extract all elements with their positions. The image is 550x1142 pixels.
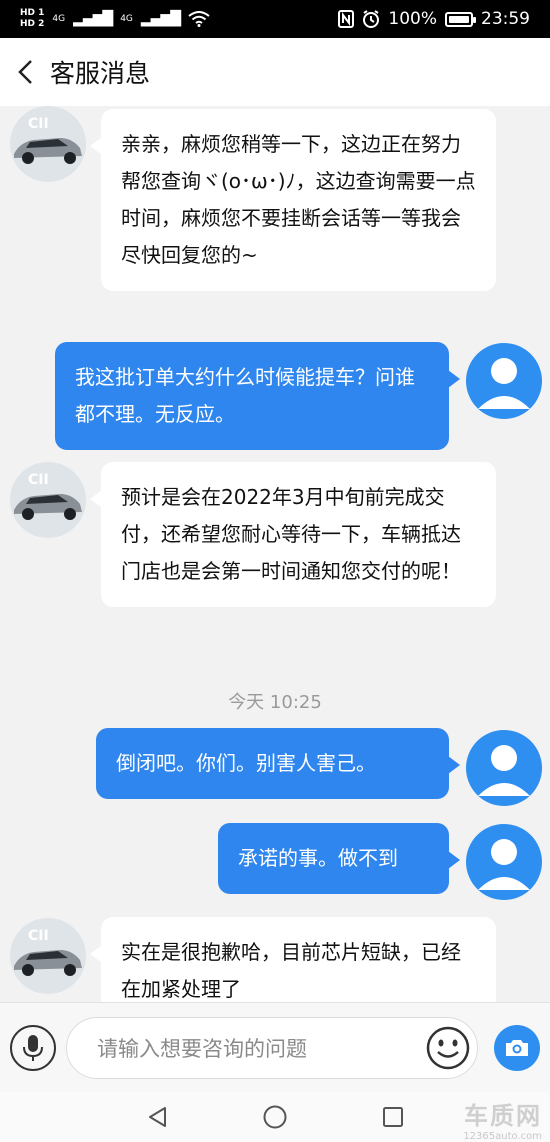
chat-area[interactable]: CII 亲亲，麻烦您稍等一下，这边正在努力帮您查询ヾ(o･ω･)ﾉ，这边查询需要…	[0, 106, 550, 1002]
network2-label: 4G	[120, 14, 133, 24]
agent-avatar[interactable]: CII	[10, 918, 86, 994]
chevron-left-icon	[18, 60, 32, 84]
status-right: 100% 23:59	[338, 9, 530, 29]
watermark-title: 车质网	[464, 1102, 542, 1130]
agent-avatar[interactable]: CII	[10, 106, 86, 182]
sim2-label: HD 2	[20, 19, 45, 29]
message-bubble-user: 我这批订单大约什么时候能提车？问谁都不理。无反应。	[55, 342, 460, 450]
signal2-icon: ▂▄▆█	[140, 11, 181, 27]
watermark: 车质网 12365auto.com	[463, 1096, 542, 1142]
circle-home-icon	[263, 1105, 287, 1129]
network-label: 4G	[52, 14, 66, 24]
message-bubble-agent: 亲亲，麻烦您稍等一下，这边正在努力帮您查询ヾ(o･ω･)ﾉ，这边查询需要一点时间…	[90, 109, 496, 291]
nav-recents-button[interactable]	[378, 1102, 408, 1132]
user-avatar[interactable]	[466, 730, 542, 806]
person-avatar-icon	[478, 839, 530, 890]
svg-text:CII: CII	[28, 928, 49, 944]
smiley-icon	[426, 1026, 470, 1070]
sim-indicators: HD 1 HD 2	[20, 8, 44, 30]
nav-home-button[interactable]	[260, 1102, 290, 1132]
sim1-label: HD 1	[20, 8, 45, 18]
message-bubble-agent: 实在是很抱歉哈，目前芯片短缺，已经在加紧处理了	[90, 917, 496, 1002]
signal-icon: ▂▄▆█	[73, 11, 113, 27]
camera-icon	[506, 1040, 528, 1056]
svg-text:CII: CII	[28, 116, 49, 132]
person-avatar-icon	[478, 745, 530, 796]
input-bar: 请输入想要咨询的问题	[0, 1002, 550, 1092]
message-input[interactable]: 请输入想要咨询的问题	[66, 1017, 478, 1079]
page-title: 客服消息	[50, 59, 151, 88]
message-bubble-user: 倒闭吧。你们。别害人害己。	[96, 728, 460, 799]
watermark-url: 12365auto.com	[463, 1131, 542, 1142]
user-avatar[interactable]	[466, 343, 542, 419]
car-avatar-icon: CII	[10, 462, 86, 538]
battery-icon	[445, 11, 476, 27]
clock: 23:59	[481, 9, 530, 29]
alarm-icon	[363, 10, 380, 28]
camera-button[interactable]	[494, 1025, 540, 1071]
status-left: HD 1 HD 2 4G ▂▄▆█ 4G ▂▄▆█	[20, 8, 210, 30]
svg-text:CII: CII	[28, 472, 49, 488]
battery-percent: 100%	[388, 9, 437, 29]
car-avatar-icon: CII	[10, 106, 86, 182]
square-recents-icon	[383, 1107, 403, 1127]
microphone-icon	[23, 1035, 43, 1061]
back-button[interactable]	[0, 38, 50, 106]
nfc-icon	[338, 10, 355, 28]
nav-back-button[interactable]	[142, 1102, 172, 1132]
user-avatar[interactable]	[466, 824, 542, 900]
voice-button[interactable]	[10, 1025, 56, 1071]
agent-avatar[interactable]: CII	[10, 462, 86, 538]
status-bar: HD 1 HD 2 4G ▂▄▆█ 4G ▂▄▆█ 100% 23:59	[0, 0, 550, 38]
message-bubble-user: 承诺的事。做不到	[218, 823, 460, 894]
wifi-icon	[188, 11, 210, 27]
system-nav-bar: 车质网 12365auto.com	[0, 1092, 550, 1142]
message-bubble-agent: 预计是会在2022年3月中旬前完成交付，还希望您耐心等待一下，车辆抵达门店也是会…	[90, 462, 496, 607]
triangle-back-icon	[149, 1107, 166, 1127]
battery-fill	[449, 15, 469, 23]
car-avatar-icon: CII	[10, 918, 86, 994]
timestamp: 今天 10:25	[228, 692, 322, 713]
header: 客服消息	[0, 38, 550, 106]
input-placeholder: 请输入想要咨询的问题	[97, 1037, 307, 1061]
person-avatar-icon	[478, 358, 530, 409]
emoji-button[interactable]	[425, 1025, 471, 1071]
